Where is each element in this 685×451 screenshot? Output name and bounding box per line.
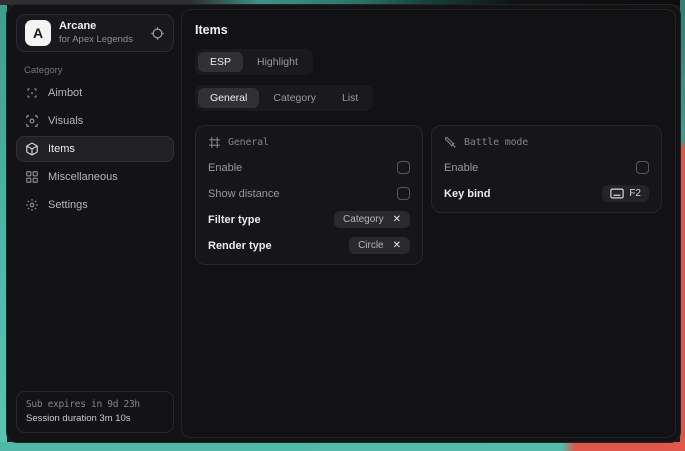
sidebar: A Arcane for Apex Legends Category Aimbo… [11, 9, 179, 438]
swords-icon [444, 136, 457, 149]
sidebar-item-settings[interactable]: Settings [16, 192, 174, 218]
grid-icon [25, 170, 39, 184]
setting-row-enable: Enable [208, 159, 410, 176]
keybind-value: F2 [629, 188, 641, 199]
app-window: A Arcane for Apex Legends Category Aimbo… [6, 4, 681, 443]
mode-tabbar: ESP Highlight [195, 49, 313, 75]
setting-row-render-type: Render type Circle ✕ [208, 237, 410, 254]
sidebar-item-aimbot[interactable]: Aimbot [16, 80, 174, 106]
tab-list[interactable]: List [330, 88, 370, 108]
tab-general[interactable]: General [198, 88, 259, 108]
general-card-header: General [208, 136, 410, 149]
sub-expires-text: Sub expires in 9d 23h [26, 398, 164, 412]
crosshair-icon [25, 86, 39, 100]
setting-row-keybind: Key bind F2 [444, 185, 649, 202]
app-title: Arcane [59, 20, 142, 34]
sidebar-item-label: Miscellaneous [48, 171, 118, 183]
sidebar-item-label: Settings [48, 199, 88, 211]
tab-esp[interactable]: ESP [198, 52, 243, 72]
sidebar-nav: Aimbot Visuals Items [16, 80, 174, 218]
desktop-background-bottom [0, 442, 685, 451]
package-icon [25, 142, 39, 156]
battle-card-header: Battle mode [444, 136, 649, 149]
card-title: General [228, 137, 269, 148]
clear-icon[interactable]: ✕ [393, 241, 401, 251]
select-value: Circle [358, 240, 384, 251]
show-distance-checkbox[interactable] [397, 187, 410, 200]
setting-label: Key bind [444, 188, 490, 200]
scan-eye-icon [25, 114, 39, 128]
view-tabbar: General Category List [195, 85, 373, 111]
sidebar-item-visuals[interactable]: Visuals [16, 108, 174, 134]
page-title: Items [195, 23, 662, 37]
frame-icon [208, 136, 221, 149]
sidebar-item-label: Visuals [48, 115, 83, 127]
app-logo-text: Arcane for Apex Legends [59, 20, 142, 46]
setting-row-filter-type: Filter type Category ✕ [208, 211, 410, 228]
sidebar-item-items[interactable]: Items [16, 136, 174, 162]
app-logo-avatar: A [25, 20, 51, 46]
card-title: Battle mode [464, 137, 528, 148]
sidebar-item-label: Aimbot [48, 87, 82, 99]
render-type-select[interactable]: Circle ✕ [349, 237, 410, 254]
clear-icon[interactable]: ✕ [393, 215, 401, 225]
session-duration-text: Session duration 3m 10s [26, 412, 164, 426]
keyboard-icon [610, 188, 624, 199]
gear-icon [25, 198, 39, 212]
setting-row-show-distance: Show distance [208, 185, 410, 202]
sidebar-item-miscellaneous[interactable]: Miscellaneous [16, 164, 174, 190]
setting-label: Enable [208, 162, 242, 174]
enable-checkbox[interactable] [397, 161, 410, 174]
setting-label: Show distance [208, 188, 280, 200]
sidebar-item-label: Items [48, 143, 75, 155]
setting-row-enable: Enable [444, 159, 649, 176]
setting-label: Filter type [208, 214, 261, 226]
cards-row: General Enable Show distance Filter type… [195, 125, 662, 265]
select-value: Category [343, 214, 384, 225]
main-panel: Items ESP Highlight General Category Lis… [181, 9, 676, 438]
subscription-info-box: Sub expires in 9d 23h Session duration 3… [16, 391, 174, 434]
battle-enable-checkbox[interactable] [636, 161, 649, 174]
app-subtitle: for Apex Legends [59, 34, 142, 46]
category-section-label: Category [24, 65, 174, 76]
filter-type-select[interactable]: Category ✕ [334, 211, 410, 228]
tab-highlight[interactable]: Highlight [245, 52, 310, 72]
tab-category[interactable]: Category [261, 88, 328, 108]
battle-mode-card: Battle mode Enable Key bind F2 [431, 125, 662, 213]
general-card: General Enable Show distance Filter type… [195, 125, 423, 265]
setting-label: Render type [208, 240, 272, 252]
target-icon [150, 26, 165, 41]
app-logo-box: A Arcane for Apex Legends [16, 14, 174, 52]
keybind-button[interactable]: F2 [602, 185, 649, 202]
setting-label: Enable [444, 162, 478, 174]
